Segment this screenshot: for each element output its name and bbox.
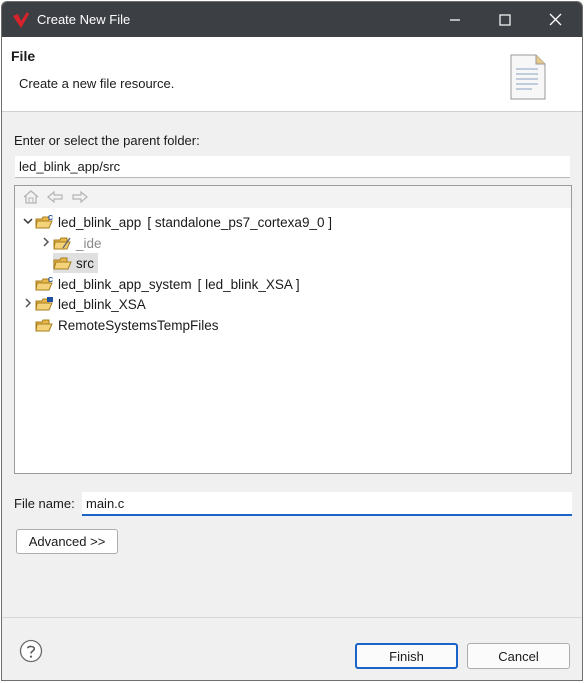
close-icon bbox=[549, 13, 561, 26]
forward-arrow-icon[interactable] bbox=[71, 189, 89, 205]
window-title: Create New File bbox=[37, 12, 131, 27]
cancel-button[interactable]: Cancel bbox=[467, 643, 570, 669]
header-title: File bbox=[11, 48, 36, 64]
c-project-folder-icon: C bbox=[35, 215, 53, 229]
back-arrow-icon[interactable] bbox=[46, 189, 64, 205]
parent-folder-label: Enter or select the parent folder: bbox=[14, 133, 200, 148]
tree-item-led-blink-app[interactable]: C led_blink_app [ standalone_ps7_cortexa… bbox=[21, 212, 332, 232]
new-file-document-icon bbox=[510, 54, 546, 100]
header-description: Create a new file resource. bbox=[19, 76, 175, 91]
folder-tree[interactable]: C led_blink_app [ standalone_ps7_cortexa… bbox=[14, 185, 572, 474]
tree-item-led-blink-xsa[interactable]: led_blink_XSA bbox=[21, 294, 146, 314]
tree-item-src[interactable]: src bbox=[53, 253, 98, 273]
dialog-body: Enter or select the parent folder: led_b… bbox=[2, 112, 582, 617]
tree-item-label: RemoteSystemsTempFiles bbox=[58, 317, 219, 333]
tree-item-label: led_blink_app_system bbox=[58, 276, 192, 292]
tree-item-led-blink-app-system[interactable]: C led_blink_app_system [ led_blink_XSA ] bbox=[21, 274, 300, 294]
project-folder-icon bbox=[35, 319, 53, 332]
dialog-footer: Finish Cancel bbox=[2, 617, 582, 680]
expand-chevron-icon[interactable] bbox=[39, 236, 53, 250]
expand-chevron-icon[interactable] bbox=[21, 216, 35, 229]
svg-text:C: C bbox=[48, 215, 53, 222]
maximize-button[interactable] bbox=[480, 2, 530, 37]
tree-item-ide[interactable]: _ide bbox=[39, 233, 102, 253]
tree-item-label: led_blink_XSA bbox=[58, 296, 146, 312]
minimize-icon bbox=[450, 18, 460, 21]
svg-text:C: C bbox=[48, 277, 53, 284]
platform-project-folder-icon bbox=[35, 297, 53, 311]
tree-item-suffix: [ standalone_ps7_cortexa9_0 ] bbox=[147, 214, 332, 230]
dialog-header: File Create a new file resource. bbox=[2, 37, 582, 112]
expand-chevron-icon[interactable] bbox=[21, 297, 35, 311]
close-button[interactable] bbox=[530, 2, 580, 37]
tree-item-label: _ide bbox=[76, 235, 102, 251]
tree-item-label: led_blink_app bbox=[58, 214, 142, 230]
help-icon[interactable] bbox=[19, 639, 43, 663]
tree-item-suffix: [ led_blink_XSA ] bbox=[197, 276, 300, 292]
title-bar[interactable]: Create New File bbox=[2, 2, 582, 37]
open-folder-icon bbox=[53, 257, 72, 270]
file-name-input[interactable] bbox=[82, 492, 572, 516]
app-logo-icon bbox=[13, 12, 29, 28]
ide-folder-icon bbox=[53, 237, 71, 250]
maximize-icon bbox=[499, 13, 511, 26]
file-name-label: File name: bbox=[14, 496, 75, 511]
home-icon[interactable] bbox=[22, 189, 40, 205]
tree-item-remote-systems-temp-files[interactable]: RemoteSystemsTempFiles bbox=[21, 315, 219, 335]
finish-button[interactable]: Finish bbox=[355, 643, 458, 669]
parent-folder-input[interactable] bbox=[15, 156, 570, 178]
advanced-button[interactable]: Advanced >> bbox=[16, 529, 118, 554]
system-project-folder-icon: C bbox=[35, 277, 53, 291]
tree-item-label: src bbox=[76, 255, 94, 271]
minimize-button[interactable] bbox=[430, 2, 480, 37]
create-new-file-dialog: Create New File File Create a new file r… bbox=[1, 1, 583, 681]
tree-toolbar bbox=[15, 186, 571, 208]
